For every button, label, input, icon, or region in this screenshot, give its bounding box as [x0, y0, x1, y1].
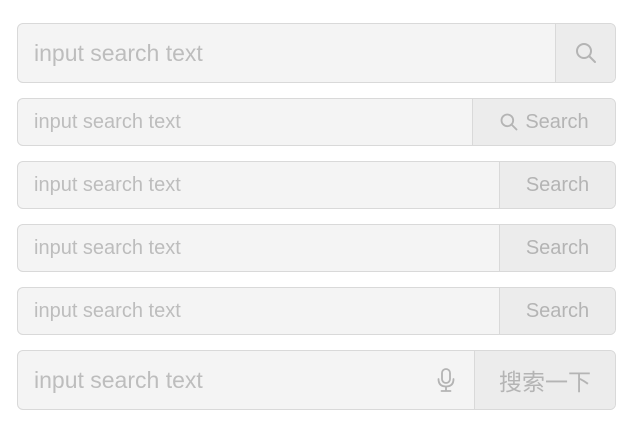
- search-input[interactable]: [34, 299, 499, 323]
- search-button[interactable]: [555, 24, 615, 82]
- microphone-icon: [437, 368, 455, 392]
- search-box: Search: [17, 161, 616, 209]
- search-icon: [500, 113, 518, 131]
- search-input[interactable]: [34, 39, 555, 67]
- search-box-icon-label: Search: [17, 98, 616, 146]
- search-input[interactable]: [34, 173, 499, 197]
- search-input-wrapper: [18, 99, 472, 145]
- voice-search-button[interactable]: [418, 367, 474, 393]
- search-button-label: Search: [525, 236, 590, 259]
- search-input-wrapper: [18, 225, 499, 271]
- search-box-voice: 搜索一下: [17, 350, 616, 410]
- search-input-wrapper: [18, 162, 499, 208]
- search-box: Search: [17, 287, 616, 335]
- search-input[interactable]: [34, 366, 418, 394]
- search-input[interactable]: [34, 236, 499, 260]
- search-button-label: Search: [525, 299, 590, 322]
- search-input-wrapper: [18, 351, 474, 409]
- search-button[interactable]: Search: [499, 225, 615, 271]
- search-input-wrapper: [18, 288, 499, 334]
- search-button-label: Search: [525, 173, 590, 196]
- search-input-wrapper: [18, 24, 555, 82]
- search-button-label: 搜索一下: [499, 369, 591, 395]
- search-box: Search: [17, 224, 616, 272]
- search-button[interactable]: Search: [472, 99, 615, 145]
- search-button[interactable]: Search: [499, 162, 615, 208]
- search-button[interactable]: 搜索一下: [474, 351, 615, 409]
- search-icon: [575, 43, 596, 63]
- search-button[interactable]: Search: [499, 288, 615, 334]
- search-input[interactable]: [34, 110, 472, 134]
- search-button-label: Search: [525, 110, 589, 133]
- search-box-large: [17, 23, 616, 83]
